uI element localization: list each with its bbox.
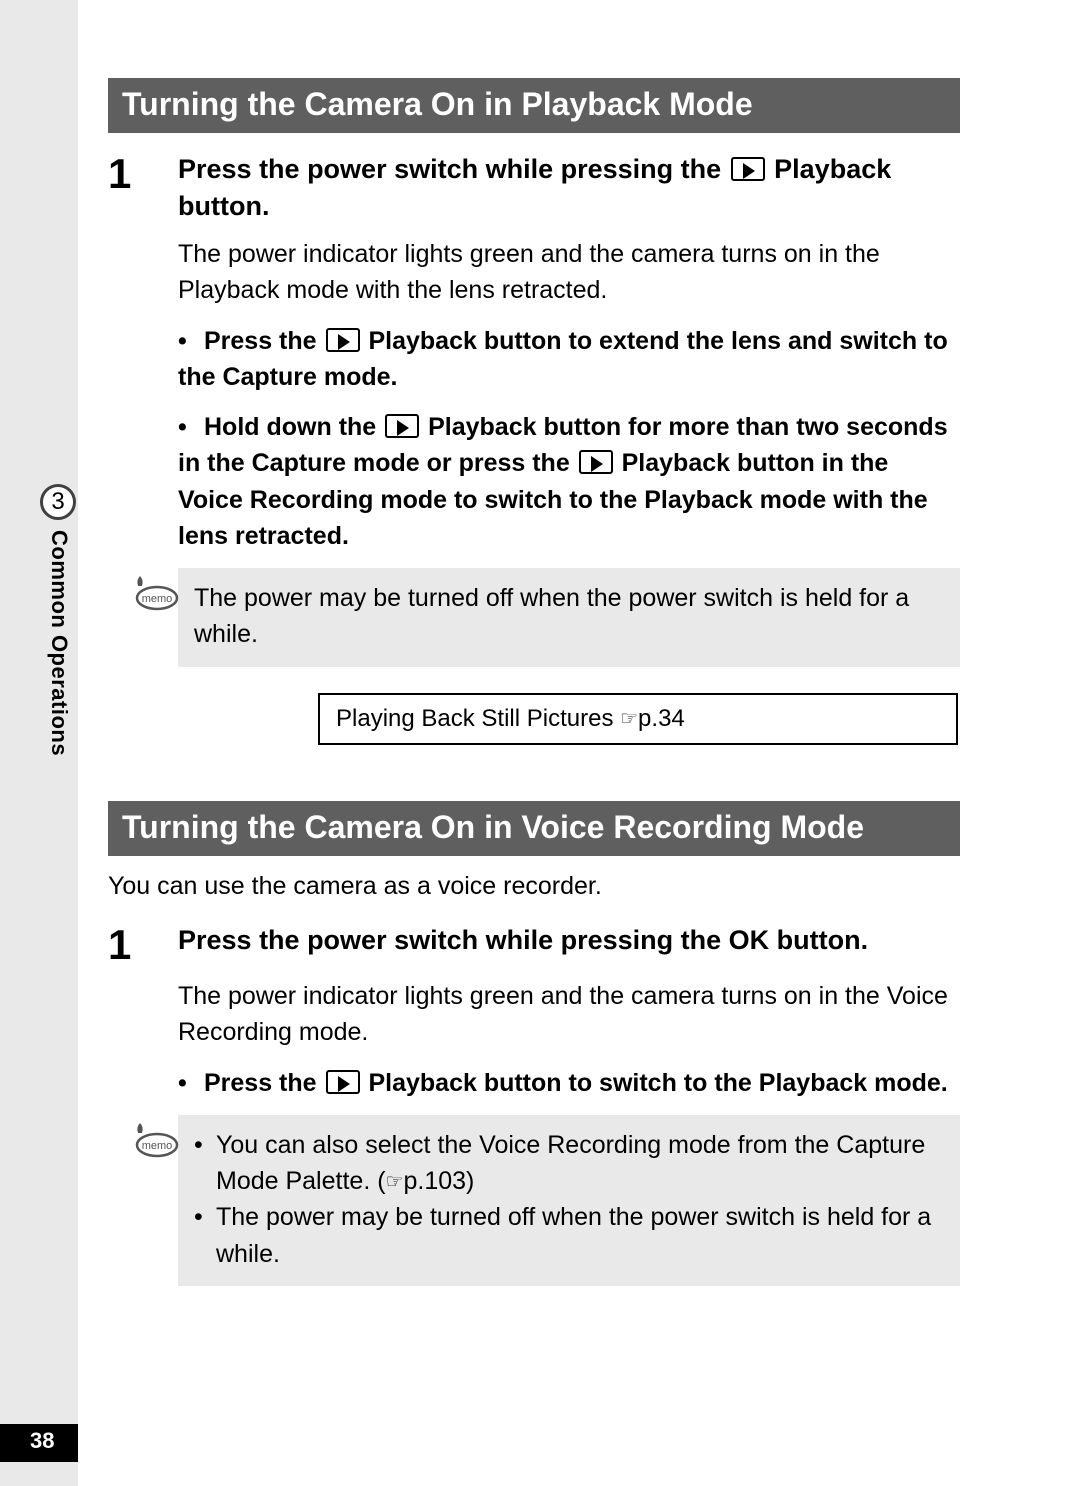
memo-icon: memo [130,572,180,612]
memo-item: The power may be turned off when the pow… [194,1199,944,1272]
step-number: 1 [108,153,178,195]
step-number: 1 [108,924,178,966]
playback-icon [326,328,360,352]
svg-text:memo: memo [142,1140,173,1152]
bullet-item: •Hold down the Playback button for more … [178,409,960,554]
playback-icon [326,1070,360,1094]
step-body-text: The power indicator lights green and the… [178,236,960,309]
memo-box: memo The power may be turned off when th… [178,568,960,667]
chapter-number: 3 [51,488,64,516]
memo-item: You can also select the Voice Recording … [194,1127,944,1200]
memo-text: The power may be turned off when the pow… [194,584,909,648]
memo-icon: memo [130,1119,180,1159]
page-number: 38 [30,1428,54,1454]
playback-icon [731,157,765,181]
section2-step: 1 Press the power switch while pressing … [108,922,960,1286]
manual-page: 3 Common Operations 38 Turning the Camer… [0,0,1080,1486]
step-title: Press the power switch while pressing th… [178,922,960,958]
bullet-item: •Press the Playback button to switch to … [178,1065,960,1101]
section1-heading: Turning the Camera On in Playback Mode [108,78,960,133]
chapter-number-badge: 3 [40,484,76,520]
chapter-label: Common Operations [46,530,72,756]
memo-list: You can also select the Voice Recording … [194,1127,944,1272]
section2-heading: Turning the Camera On in Voice Recording… [108,801,960,856]
content-area: Turning the Camera On in Playback Mode 1… [108,78,960,1286]
point-icon: ☞ [620,708,638,730]
reference-box: Playing Back Still Pictures ☞p.34 [318,693,958,745]
step-title: Press the power switch while pressing th… [178,151,960,224]
bullet-item: •Press the Playback button to extend the… [178,323,960,396]
point-icon: ☞ [386,1171,404,1193]
section1-step: 1 Press the power switch while pressing … [108,151,960,744]
svg-text:memo: memo [142,593,173,605]
playback-icon [385,414,419,438]
playback-icon [579,450,613,474]
step-body-text: The power indicator lights green and the… [178,978,960,1051]
section2-intro: You can use the camera as a voice record… [108,868,960,904]
memo-box: memo You can also select the Voice Recor… [178,1115,960,1286]
